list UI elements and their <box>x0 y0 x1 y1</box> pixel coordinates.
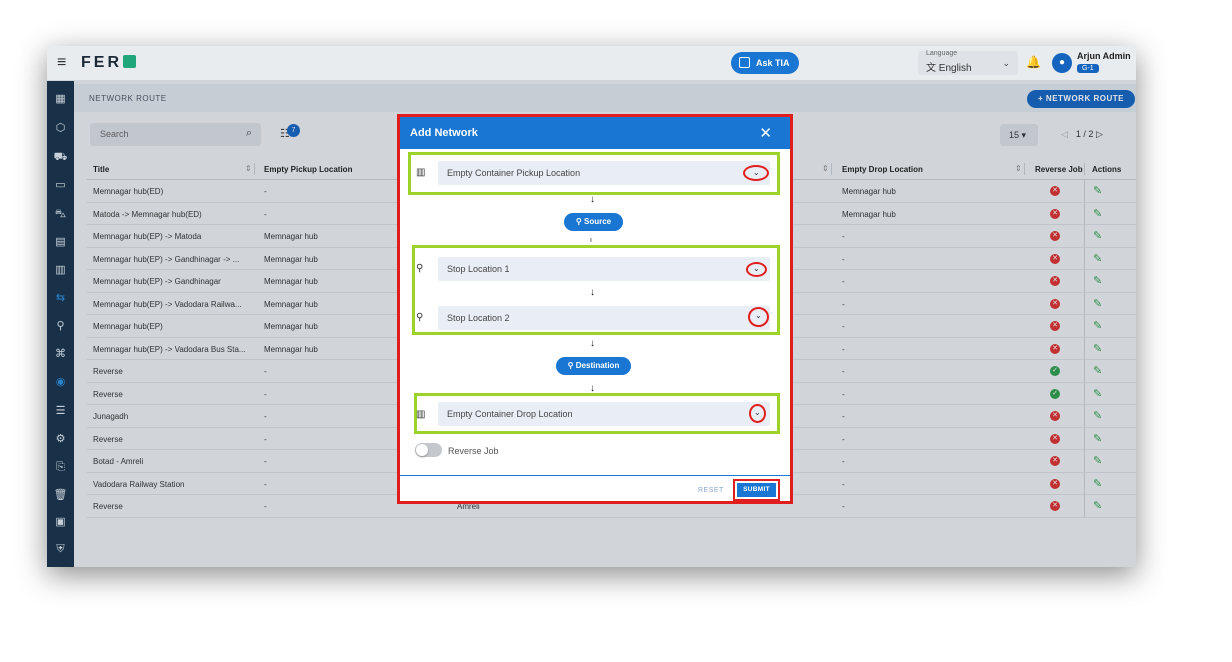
language-value: 文 English <box>926 63 972 74</box>
menu-icon[interactable]: ≡ <box>57 55 66 71</box>
logo-mark-icon <box>123 55 136 68</box>
add-network-dialog: Add Network ✕ ▥ Empty Container Pickup L… <box>400 117 790 501</box>
destination-icon: ⚲ <box>567 361 574 370</box>
reverse-job-toggle[interactable] <box>415 443 442 457</box>
chevron-down-icon[interactable]: ⌄ <box>754 408 761 417</box>
stop-location-2-select[interactable]: Stop Location 2 <box>438 306 770 330</box>
user-name: Arjun Admin <box>1077 51 1131 61</box>
stop-location-1-select[interactable]: Stop Location 1 <box>438 257 770 281</box>
arrow-down-icon: ↓ <box>590 287 595 298</box>
close-icon[interactable]: ✕ <box>759 124 772 142</box>
chevron-down-icon: ⌄ <box>1002 58 1010 68</box>
add-location-icon: ⚲ <box>416 312 424 323</box>
drop-location-select[interactable]: Empty Container Drop Location <box>438 402 770 426</box>
reset-button[interactable]: RESET <box>698 487 724 494</box>
translate-icon: 文 <box>926 63 936 74</box>
ask-tia-button[interactable]: Ask TIA <box>731 52 799 74</box>
source-pill: ⚲ Source <box>564 213 623 231</box>
language-select[interactable]: Language 文 English ⌄ <box>918 50 1018 75</box>
toggle-knob <box>416 444 428 456</box>
arrow-down-icon: ↓ <box>590 338 595 349</box>
bell-icon[interactable]: 🔔 <box>1026 55 1041 69</box>
language-label: Language <box>926 50 958 57</box>
source-icon: ⚲ <box>575 217 582 226</box>
submit-button[interactable]: SUBMIT <box>737 483 776 497</box>
chevron-down-icon[interactable]: ⌄ <box>753 168 760 177</box>
chat-icon <box>739 57 750 68</box>
add-location-icon: ⚲ <box>416 263 424 274</box>
dialog-header: Add Network ✕ <box>400 117 790 149</box>
container-icon: ▥ <box>416 167 426 178</box>
top-bar: ≡ FER Ask TIA Language 文 English ⌄ 🔔 ● A… <box>47 46 1136 81</box>
container-icon: ▥ <box>416 409 426 420</box>
app-logo: FER <box>81 54 136 72</box>
chevron-down-icon[interactable]: ⌄ <box>753 264 760 273</box>
dialog-title: Add Network <box>410 127 478 139</box>
footer-divider <box>400 475 790 476</box>
arrow-down-icon: ↓ <box>590 194 595 205</box>
user-badge: G-1 <box>1077 64 1099 73</box>
destination-pill: ⚲ Destination <box>556 357 631 375</box>
pickup-location-select[interactable]: Empty Container Pickup Location <box>438 161 770 185</box>
reverse-job-label: Reverse Job <box>448 446 499 456</box>
avatar[interactable]: ● <box>1052 53 1072 73</box>
chevron-down-icon[interactable]: ⌄ <box>755 311 762 320</box>
